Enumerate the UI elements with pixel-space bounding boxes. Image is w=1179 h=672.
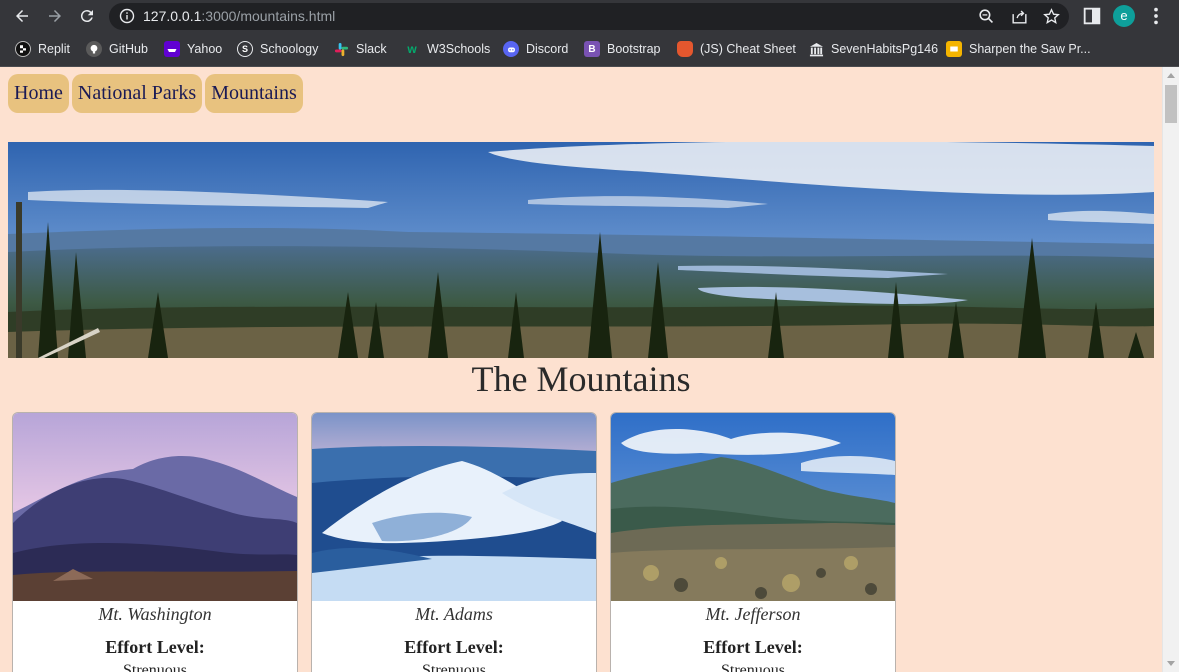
bookmark-label: GitHub (109, 42, 148, 56)
reload-icon (80, 10, 93, 23)
github-icon (86, 41, 102, 57)
url-path: :3000/mountains.html (201, 8, 336, 24)
mountain-card-washington[interactable]: Mt. Washington Effort Level: Strenuous (12, 412, 298, 672)
slides-icon (946, 41, 962, 57)
bookmark-label: Sharpen the Saw Pr... (969, 42, 1091, 56)
url-host: 127.0.0.1 (143, 8, 202, 24)
replit-icon (15, 41, 31, 57)
back-arrow-icon (16, 10, 28, 22)
page-title: The Mountains (471, 359, 691, 399)
bookmark-star-icon[interactable] (1042, 7, 1061, 26)
effort-level-value: Strenuous (422, 662, 486, 672)
forward-arrow-icon (49, 10, 61, 22)
site-nav: Home National Parks Mountains (8, 74, 303, 113)
bookmark-label: SevenHabitsPg146 (831, 42, 939, 56)
bookmark-discord[interactable]: Discord (503, 40, 568, 58)
bookmark-js-cheat-sheet[interactable]: (JS) Cheat Sheet (677, 40, 796, 58)
bookmark-sharpen-the-saw[interactable]: Sharpen the Saw Pr... (946, 40, 1091, 58)
bookmark-label: Discord (526, 42, 569, 56)
mountain-card-jefferson[interactable]: Mt. Jefferson Effort Level: Strenuous (610, 412, 896, 672)
mt-jefferson-image (611, 413, 895, 601)
yahoo-icon (164, 41, 180, 57)
bookmark-github[interactable]: GitHub (86, 40, 148, 58)
nav-home-link[interactable]: Home (8, 74, 69, 113)
effort-level-label: Effort Level: (404, 637, 504, 657)
bookmark-replit[interactable]: Replit (15, 40, 70, 58)
page-viewport: Home National Parks Mountains The Mounta… (0, 67, 1162, 672)
reload-button[interactable] (76, 5, 98, 27)
discord-icon (503, 41, 519, 57)
bookmark-sevenhabits[interactable]: SevenHabitsPg146 (808, 40, 938, 58)
nav-national-parks-link[interactable]: National Parks (71, 74, 203, 113)
cheatsheet-icon (677, 41, 693, 57)
schoology-icon: S (237, 41, 253, 57)
building-icon (808, 41, 824, 57)
bookmark-label: Bootstrap (607, 42, 661, 56)
card-title: Mt. Jefferson (705, 604, 801, 624)
bookmark-label: Slack (356, 42, 387, 56)
url-text[interactable]: 127.0.0.1:3000/mountains.html (143, 8, 335, 25)
back-button[interactable] (11, 5, 33, 27)
mountain-card-adams[interactable]: Mt. Adams Effort Level: Strenuous (311, 412, 597, 672)
effort-level-value: Strenuous (123, 662, 187, 672)
bookmark-schoology[interactable]: S Schoology (237, 40, 318, 58)
bookmark-label: W3Schools (427, 42, 491, 56)
browser-toolbar: 127.0.0.1:3000/mountains.html e (0, 0, 1179, 33)
profile-avatar[interactable]: e (1113, 5, 1135, 27)
card-title: Mt. Washington (98, 604, 212, 624)
effort-level-value: Strenuous (721, 662, 785, 672)
w3schools-icon: w (407, 42, 417, 56)
bookmark-bootstrap[interactable]: B Bootstrap (584, 40, 661, 58)
bookmark-w3schools[interactable]: w W3Schools (404, 40, 490, 58)
forward-button[interactable] (44, 5, 66, 27)
bookmarks-bar: Replit GitHub Yahoo S Schoology Slack w … (0, 33, 1179, 67)
bookmark-label: Replit (38, 42, 70, 56)
zoom-icon[interactable] (977, 7, 996, 26)
hero-panorama-image (8, 142, 1154, 358)
bookmark-yahoo[interactable]: Yahoo (164, 40, 222, 58)
nav-mountains-link[interactable]: Mountains (205, 74, 303, 113)
bookmark-label: Yahoo (187, 42, 223, 56)
slack-icon (333, 41, 349, 57)
scroll-thumb[interactable] (1165, 85, 1177, 123)
address-bar[interactable]: 127.0.0.1:3000/mountains.html (109, 3, 1069, 30)
info-icon[interactable] (119, 8, 135, 24)
bootstrap-icon: B (584, 41, 600, 57)
card-title: Mt. Adams (415, 604, 493, 624)
side-panel-icon[interactable] (1081, 5, 1103, 27)
effort-level-label: Effort Level: (703, 637, 803, 657)
scroll-down-arrow-icon[interactable] (1167, 661, 1175, 666)
bookmark-slack[interactable]: Slack (333, 40, 387, 58)
bookmark-label: Schoology (260, 42, 319, 56)
mt-adams-image (312, 413, 596, 601)
mt-washington-image (13, 413, 297, 601)
bookmark-label: (JS) Cheat Sheet (700, 42, 796, 56)
menu-kebab-icon[interactable] (1145, 5, 1167, 27)
effort-level-label: Effort Level: (105, 637, 205, 657)
page-scrollbar[interactable] (1162, 67, 1179, 672)
share-icon[interactable] (1010, 7, 1029, 26)
scroll-up-arrow-icon[interactable] (1167, 73, 1175, 78)
